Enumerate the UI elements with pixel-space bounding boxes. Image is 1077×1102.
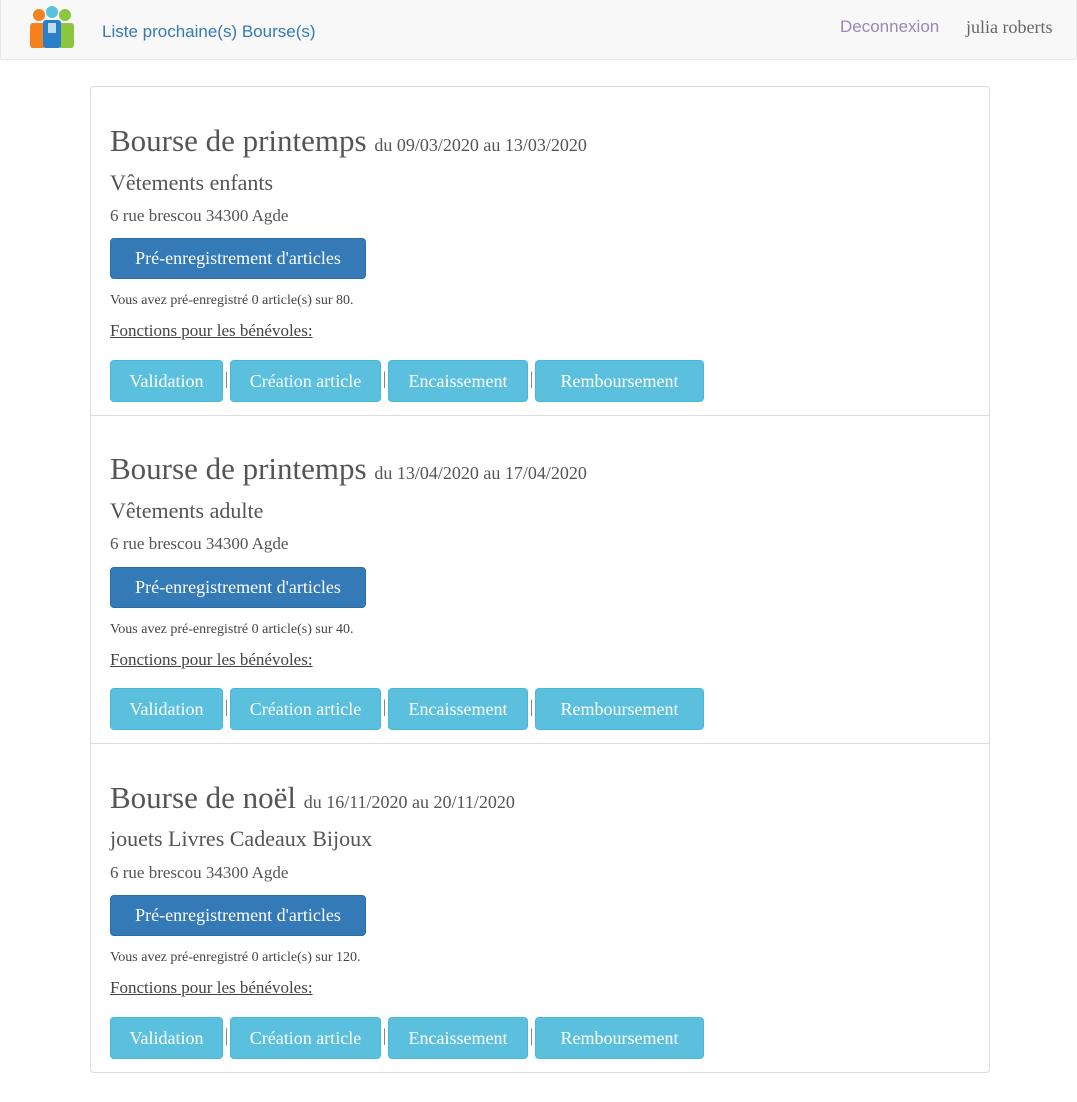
- people-group-logo-icon[interactable]: [27, 6, 77, 50]
- refund-button[interactable]: Remboursement: [535, 360, 704, 402]
- user-name: julia roberts: [966, 17, 1053, 37]
- cash-in-button[interactable]: Encaissement: [388, 360, 528, 402]
- separator: |: [529, 1024, 534, 1045]
- event-title-row: Bourse de noël du 16/11/2020 au 20/11/20…: [110, 780, 515, 816]
- event-dates: du 09/03/2020 au 13/03/2020: [374, 135, 587, 155]
- preregister-button[interactable]: Pré-enregistrement d'articles: [110, 567, 366, 608]
- volunteer-functions-heading: Fonctions pour les bénévoles:: [110, 978, 313, 997]
- volunteer-functions-heading: Fonctions pour les bénévoles:: [110, 321, 313, 340]
- validation-button[interactable]: Validation: [110, 688, 223, 730]
- validation-button[interactable]: Validation: [110, 1017, 223, 1059]
- separator: |: [529, 695, 534, 716]
- events-panel: Bourse de printemps du 09/03/2020 au 13/…: [90, 86, 990, 1073]
- volunteer-functions-heading: Fonctions pour les bénévoles:: [110, 650, 313, 669]
- logout-link[interactable]: Deconnexion: [840, 17, 939, 37]
- separator: |: [224, 695, 229, 716]
- create-article-button[interactable]: Création article: [230, 688, 381, 730]
- validation-button[interactable]: Validation: [110, 360, 223, 402]
- article-count-text: Vous avez pré-enregistré 0 article(s) su…: [110, 293, 354, 308]
- event-title: Bourse de noël: [110, 780, 296, 815]
- refund-button[interactable]: Remboursement: [535, 1017, 704, 1059]
- event-address: 6 rue brescou 34300 Agde: [110, 534, 289, 553]
- cash-in-button[interactable]: Encaissement: [388, 1017, 528, 1059]
- event-category: Vêtements enfants: [110, 170, 274, 195]
- preregister-button[interactable]: Pré-enregistrement d'articles: [110, 238, 366, 279]
- cash-in-button[interactable]: Encaissement: [388, 688, 528, 730]
- create-article-button[interactable]: Création article: [230, 360, 381, 402]
- volunteer-actions: Validation | Création article | Encaisse…: [110, 1017, 704, 1059]
- event-title: Bourse de printemps: [110, 451, 367, 486]
- event-address: 6 rue brescou 34300 Agde: [110, 206, 289, 225]
- event-divider: [91, 415, 989, 416]
- event-category: Vêtements adulte: [110, 498, 264, 523]
- event-category: jouets Livres Cadeaux Bijoux: [110, 826, 373, 851]
- event-address: 6 rue brescou 34300 Agde: [110, 863, 289, 882]
- event-title: Bourse de printemps: [110, 123, 367, 158]
- separator: |: [224, 367, 229, 388]
- separator: |: [382, 695, 387, 716]
- event-divider: [91, 743, 989, 744]
- separator: |: [382, 1024, 387, 1045]
- article-count-text: Vous avez pré-enregistré 0 article(s) su…: [110, 950, 361, 965]
- event-dates: du 16/11/2020 au 20/11/2020: [303, 792, 515, 812]
- event-title-row: Bourse de printemps du 13/04/2020 au 17/…: [110, 451, 587, 487]
- create-article-button[interactable]: Création article: [230, 1017, 381, 1059]
- event-title-row: Bourse de printemps du 09/03/2020 au 13/…: [110, 123, 587, 159]
- navbar: Liste prochaine(s) Bourse(s) Deconnexion…: [0, 0, 1077, 60]
- refund-button[interactable]: Remboursement: [535, 688, 704, 730]
- nav-list-link[interactable]: Liste prochaine(s) Bourse(s): [102, 22, 316, 42]
- volunteer-actions: Validation | Création article | Encaisse…: [110, 360, 704, 402]
- preregister-button[interactable]: Pré-enregistrement d'articles: [110, 895, 366, 936]
- event-dates: du 13/04/2020 au 17/04/2020: [374, 463, 587, 483]
- volunteer-actions: Validation | Création article | Encaisse…: [110, 688, 704, 730]
- separator: |: [382, 367, 387, 388]
- article-count-text: Vous avez pré-enregistré 0 article(s) su…: [110, 622, 354, 637]
- separator: |: [529, 367, 534, 388]
- separator: |: [224, 1024, 229, 1045]
